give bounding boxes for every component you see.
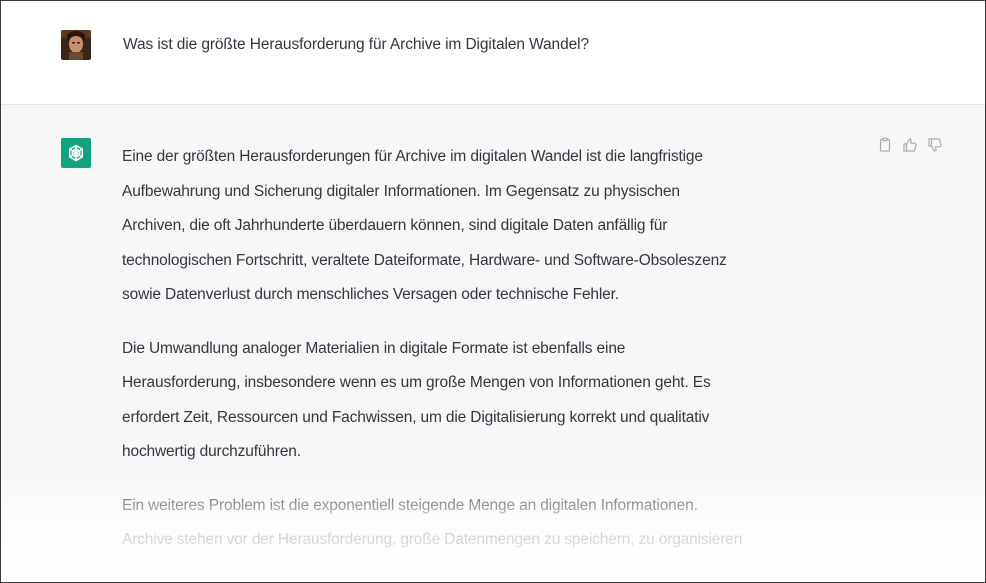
assistant-response: Eine der größten Herausforderungen für A… <box>122 140 862 577</box>
chat-window: Was ist die größte Herausforderung für A… <box>0 0 986 583</box>
response-line: technologischen Fortschritt, veraltete D… <box>122 251 727 269</box>
thumbs-up-icon[interactable] <box>902 137 918 153</box>
response-line: Herausforderung, insbesondere wenn es um… <box>122 374 711 391</box>
response-line: sowie Datenverlust durch menschliches Ve… <box>122 286 619 303</box>
response-paragraph-1: Eine der größten Herausforderungen für A… <box>122 140 862 313</box>
response-line: Aufbewahrung und Sicherung digitaler Inf… <box>122 182 680 200</box>
response-paragraph-3: Ein weiteres Problem ist die exponentiel… <box>122 489 862 558</box>
chatgpt-logo-icon <box>61 138 91 168</box>
response-line: Die Umwandlung analoger Materialien in d… <box>122 339 626 357</box>
response-line: Eine der größten Herausforderungen für A… <box>122 148 703 165</box>
assistant-message: Eine der größten Herausforderungen für A… <box>1 105 985 582</box>
user-message-text: Was ist die größte Herausforderung für A… <box>123 36 589 53</box>
response-line: hochwertig durchzuführen. <box>122 443 301 460</box>
response-paragraph-2: Die Umwandlung analoger Materialien in d… <box>122 332 862 470</box>
message-actions <box>877 137 943 153</box>
user-avatar <box>61 30 91 60</box>
response-line: erfordert Zeit, Ressourcen und Fachwisse… <box>122 408 710 426</box>
response-line: Archiven, die oft Jahrhunderte überdauer… <box>122 217 668 234</box>
user-message: Was ist die größte Herausforderung für A… <box>1 1 985 105</box>
response-line: Archive stehen vor der Herausforderung, … <box>122 531 743 548</box>
copy-icon[interactable] <box>877 137 893 153</box>
thumbs-down-icon[interactable] <box>927 137 943 153</box>
response-line: Ein weiteres Problem ist die exponentiel… <box>122 496 698 514</box>
